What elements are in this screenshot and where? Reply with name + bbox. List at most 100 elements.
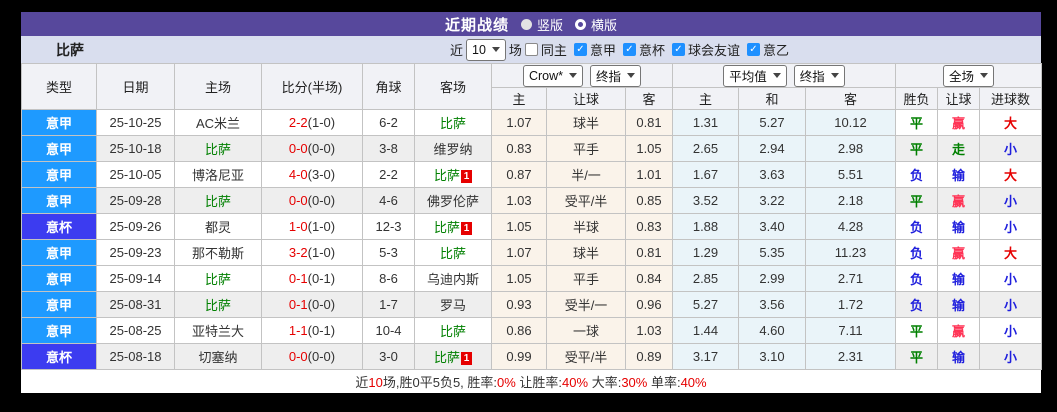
odds-time-select[interactable]: 终指 [590,64,642,87]
league-badge[interactable]: 意杯 [21,343,97,370]
score-cell: 3-2(1-0) [261,239,363,266]
result-outcome-cell: 平 [895,109,938,136]
away-team[interactable]: 比萨 [414,239,492,266]
away-team[interactable]: 比萨 1 [414,213,492,240]
away-team[interactable]: 比萨 [414,109,492,136]
avg-away-cell: 2.18 [805,187,896,214]
score-cell: 0-0(0-0) [261,135,363,162]
col-header-handicap-result: 让球 [937,87,980,110]
radio-horizontal[interactable]: 横版 [575,15,617,34]
avg-draw-cell: 4.60 [738,317,806,344]
league-badge[interactable]: 意甲 [21,109,97,136]
bookmaker-select[interactable]: Crow* [522,64,584,87]
league-badge[interactable]: 意甲 [21,265,97,292]
away-team[interactable]: 维罗纳 [414,135,492,162]
avg-home-cell: 3.52 [672,187,739,214]
league-badge[interactable]: 意甲 [21,187,97,214]
away-team[interactable]: 比萨 [414,317,492,344]
match-date: 25-09-23 [96,239,175,266]
away-team[interactable]: 乌迪内斯 [414,265,492,292]
checkbox-club-friendly-label[interactable]: 球会友谊 [688,40,740,59]
avg-home-cell: 3.17 [672,343,739,370]
avg-draw-cell: 3.40 [738,213,806,240]
checkbox-serie-a-label[interactable]: 意甲 [590,40,616,59]
radio-selected-icon[interactable] [520,18,532,30]
home-team[interactable]: 比萨 [174,187,262,214]
odds-handicap-cell: 受半/一 [546,291,626,318]
home-team[interactable]: AC米兰 [174,109,262,136]
league-badge[interactable]: 意杯 [21,213,97,240]
table-row: 意杯 25-09-26 都灵 1-0(1-0) 12-3 比萨 1 1.05 半球… [21,213,1043,240]
red-card-badge: 1 [461,222,472,235]
col-header-result: 胜负 [895,87,938,110]
result-outcome-cell: 平 [895,135,938,162]
avg-select[interactable]: 平均值 [723,64,787,87]
checkbox-serie-b-label[interactable]: 意乙 [763,40,789,59]
home-team[interactable]: 比萨 [174,135,262,162]
chevron-down-icon [772,73,781,78]
away-team[interactable]: 比萨 1 [414,161,492,188]
odds-away-cell: 0.81 [625,239,673,266]
checkbox-serie-b[interactable]: ✓ [746,43,760,56]
away-team[interactable]: 罗马 [414,291,492,318]
home-team[interactable]: 比萨 [174,291,262,318]
home-team[interactable]: 亚特兰大 [174,317,262,344]
checkbox-same-home-label[interactable]: 同主 [541,40,567,59]
result-group-header: 全场 [894,63,1043,88]
radio-vertical[interactable]: 竖版 [520,15,563,34]
result-outcome-cell: 平 [895,187,938,214]
handicap-outcome-cell: 输 [937,291,980,318]
checkbox-same-home[interactable] [524,43,538,56]
odds-away-cell: 1.05 [625,135,673,162]
match-date: 25-10-05 [96,161,175,188]
home-team[interactable]: 切塞纳 [174,343,262,370]
odds-home-cell: 0.99 [491,343,547,370]
avg-draw-cell: 3.10 [738,343,806,370]
checkbox-serie-a[interactable]: ✓ [573,43,587,56]
handicap-outcome-cell: 输 [937,343,980,370]
match-date: 25-08-18 [96,343,175,370]
corners-cell: 1-7 [362,291,415,318]
scope-select[interactable]: 全场 [943,64,995,87]
handicap-outcome-cell: 赢 [937,317,980,344]
away-team[interactable]: 佛罗伦萨 [414,187,492,214]
col-header-odds-away: 客 [625,87,673,110]
summary-bar: 近10场,胜0平5负5, 胜率:0% 让胜率:40% 大率:30% 单率:40% [21,370,1041,393]
radio-unselected-icon[interactable] [575,18,586,30]
odds-home-cell: 0.87 [491,161,547,188]
odds-handicap-cell: 球半 [546,109,626,136]
match-date: 25-09-14 [96,265,175,292]
odds-group-header: Crow* 终指 [491,63,673,88]
league-badge[interactable]: 意甲 [21,135,97,162]
avg-home-cell: 5.27 [672,291,739,318]
league-badge[interactable]: 意甲 [21,161,97,188]
odds-away-cell: 0.81 [625,109,673,136]
odds-away-cell: 0.96 [625,291,673,318]
odds-home-cell: 1.07 [491,109,547,136]
home-team[interactable]: 比萨 [174,265,262,292]
avg-time-select[interactable]: 终指 [793,64,845,87]
avg-home-cell: 2.85 [672,265,739,292]
checkbox-coppa-italia[interactable]: ✓ [622,43,636,56]
league-badge[interactable]: 意甲 [21,239,97,266]
avg-home-cell: 1.88 [672,213,739,240]
checkbox-club-friendly[interactable]: ✓ [671,43,685,56]
odds-away-cell: 0.83 [625,213,673,240]
avg-home-cell: 1.29 [672,239,739,266]
home-team[interactable]: 博洛尼亚 [174,161,262,188]
home-team[interactable]: 都灵 [174,213,262,240]
checkbox-coppa-italia-label[interactable]: 意杯 [639,40,665,59]
match-date: 25-09-28 [96,187,175,214]
league-badge[interactable]: 意甲 [21,291,97,318]
away-team[interactable]: 比萨 1 [414,343,492,370]
match-date: 25-09-26 [96,213,175,240]
avg-away-cell: 4.28 [805,213,896,240]
chevron-down-icon [980,73,989,78]
recent-count-select[interactable]: 10 [466,38,506,61]
handicap-outcome-cell: 输 [937,161,980,188]
league-badge[interactable]: 意甲 [21,317,97,344]
home-team[interactable]: 那不勒斯 [174,239,262,266]
games-label: 场 [508,43,522,58]
odds-handicap-cell: 受平/半 [546,187,626,214]
chevron-down-icon [569,73,578,78]
